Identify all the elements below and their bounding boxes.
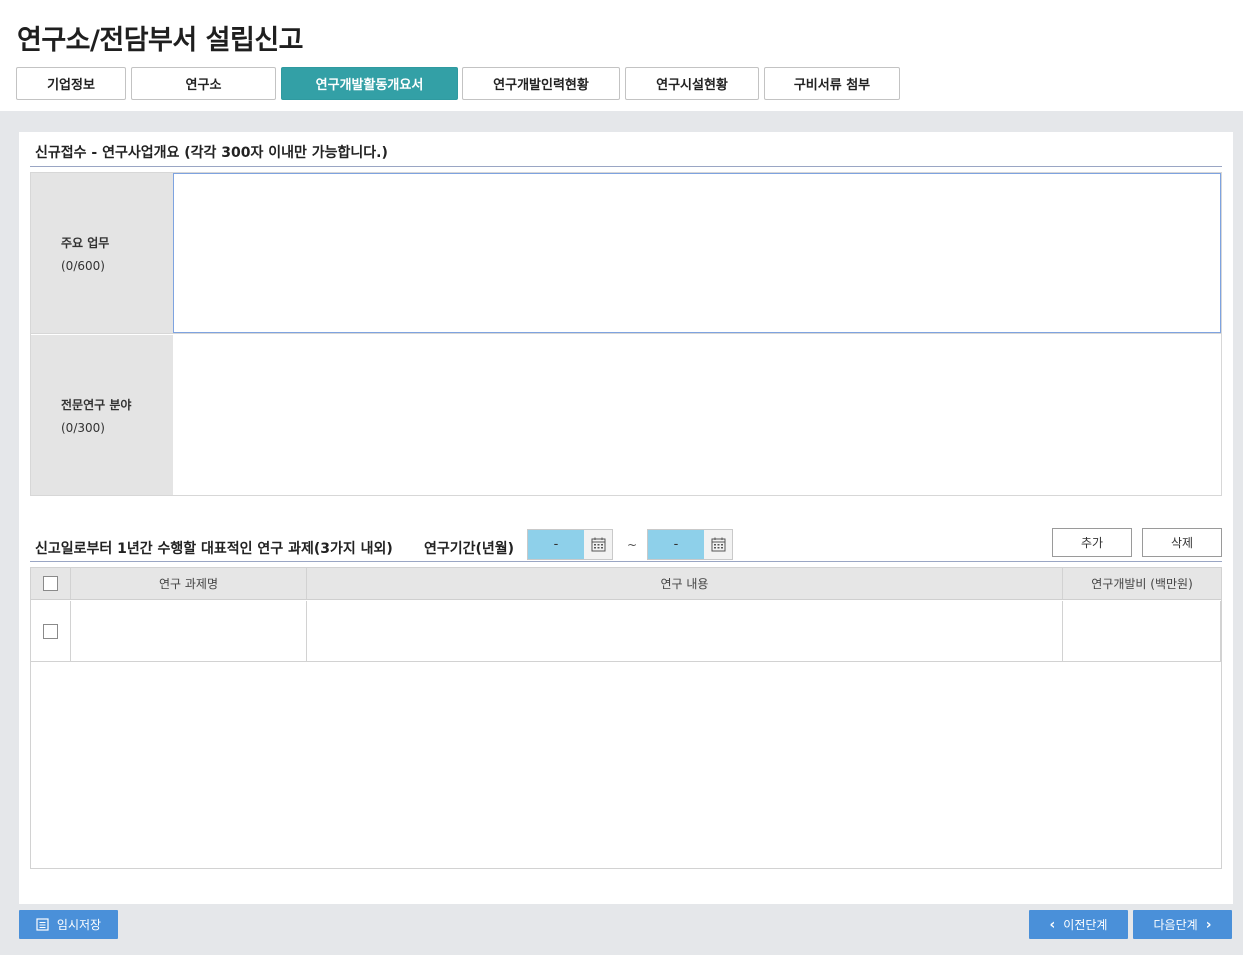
end-date-value[interactable]: - <box>648 530 704 559</box>
temp-save-button[interactable]: 임시저장 <box>19 910 118 939</box>
tab-documents[interactable]: 구비서류 첨부 <box>764 67 900 100</box>
main-work-label: 주요 업무 <box>61 235 110 250</box>
tab-facilities[interactable]: 연구시설현황 <box>625 67 759 100</box>
row-checkbox[interactable] <box>43 623 58 639</box>
section-title-projects: 신고일로부터 1년간 수행할 대표적인 연구 과제(3가지 내외) <box>35 541 393 557</box>
next-step-button[interactable]: 다음단계 › <box>1133 910 1232 939</box>
research-field-textarea[interactable] <box>173 335 1221 495</box>
prev-step-label: 이전단계 <box>1063 918 1108 932</box>
header-checkbox-cell <box>31 568 71 599</box>
temp-save-label: 임시저장 <box>56 918 102 932</box>
column-header-project-name: 연구 과제명 <box>71 568 307 599</box>
chevron-right-icon: › <box>1205 916 1212 933</box>
table-header: 연구 과제명 연구 내용 연구개발비 (백만원) <box>31 568 1221 600</box>
end-date-picker[interactable]: - <box>647 529 733 560</box>
tab-company-info[interactable]: 기업정보 <box>16 67 126 100</box>
section-title-overview: 신규접수 - 연구사업개요 (각각 300자 이내만 가능합니다.) <box>35 145 388 161</box>
add-row-button[interactable]: 추가 <box>1052 528 1132 557</box>
calendar-icon[interactable] <box>704 530 732 559</box>
next-step-label: 다음단계 <box>1153 918 1198 932</box>
project-content-cell[interactable] <box>307 601 1063 661</box>
calendar-icon[interactable] <box>584 530 612 559</box>
form-row-research-field: 전문연구 분야 (0/300) <box>31 335 1221 495</box>
row-checkbox-cell <box>31 601 71 661</box>
section-divider <box>30 561 1222 562</box>
project-budget-cell[interactable] <box>1063 601 1221 661</box>
research-field-char-count: (0/300) <box>61 420 105 435</box>
main-work-char-count: (0/600) <box>61 258 105 273</box>
section-divider <box>30 166 1222 167</box>
start-date-value[interactable]: - <box>528 530 584 559</box>
project-name-cell[interactable] <box>71 601 307 661</box>
prev-step-button[interactable]: ‹ 이전단계 <box>1029 910 1128 939</box>
tab-rnd-overview[interactable]: 연구개발활동개요서 <box>281 67 458 100</box>
date-range-separator: ~ <box>627 538 638 552</box>
save-icon <box>36 918 49 931</box>
delete-row-button[interactable]: 삭제 <box>1142 528 1222 557</box>
form-row-main-work: 주요 업무 (0/600) <box>31 173 1221 334</box>
main-work-textarea[interactable] <box>173 173 1221 333</box>
select-all-checkbox[interactable] <box>43 576 58 591</box>
research-field-label-cell: 전문연구 분야 (0/300) <box>31 335 173 495</box>
overview-form: 주요 업무 (0/600) 전문연구 분야 (0/300) <box>30 172 1222 496</box>
page-title: 연구소/전담부서 설립신고 <box>17 25 304 56</box>
column-header-content: 연구 내용 <box>307 568 1063 599</box>
start-date-picker[interactable]: - <box>527 529 613 560</box>
research-field-label: 전문연구 분야 <box>61 397 132 412</box>
chevron-left-icon: ‹ <box>1049 916 1056 933</box>
column-header-budget: 연구개발비 (백만원) <box>1091 577 1193 591</box>
tab-research-lab[interactable]: 연구소 <box>131 67 276 100</box>
main-work-label-cell: 주요 업무 (0/600) <box>31 173 173 333</box>
tab-rnd-personnel[interactable]: 연구개발인력현황 <box>462 67 620 100</box>
research-period-label: 연구기간(년월) <box>424 541 515 557</box>
projects-table: 연구 과제명 연구 내용 연구개발비 (백만원) <box>30 567 1222 869</box>
table-row <box>31 601 1221 662</box>
